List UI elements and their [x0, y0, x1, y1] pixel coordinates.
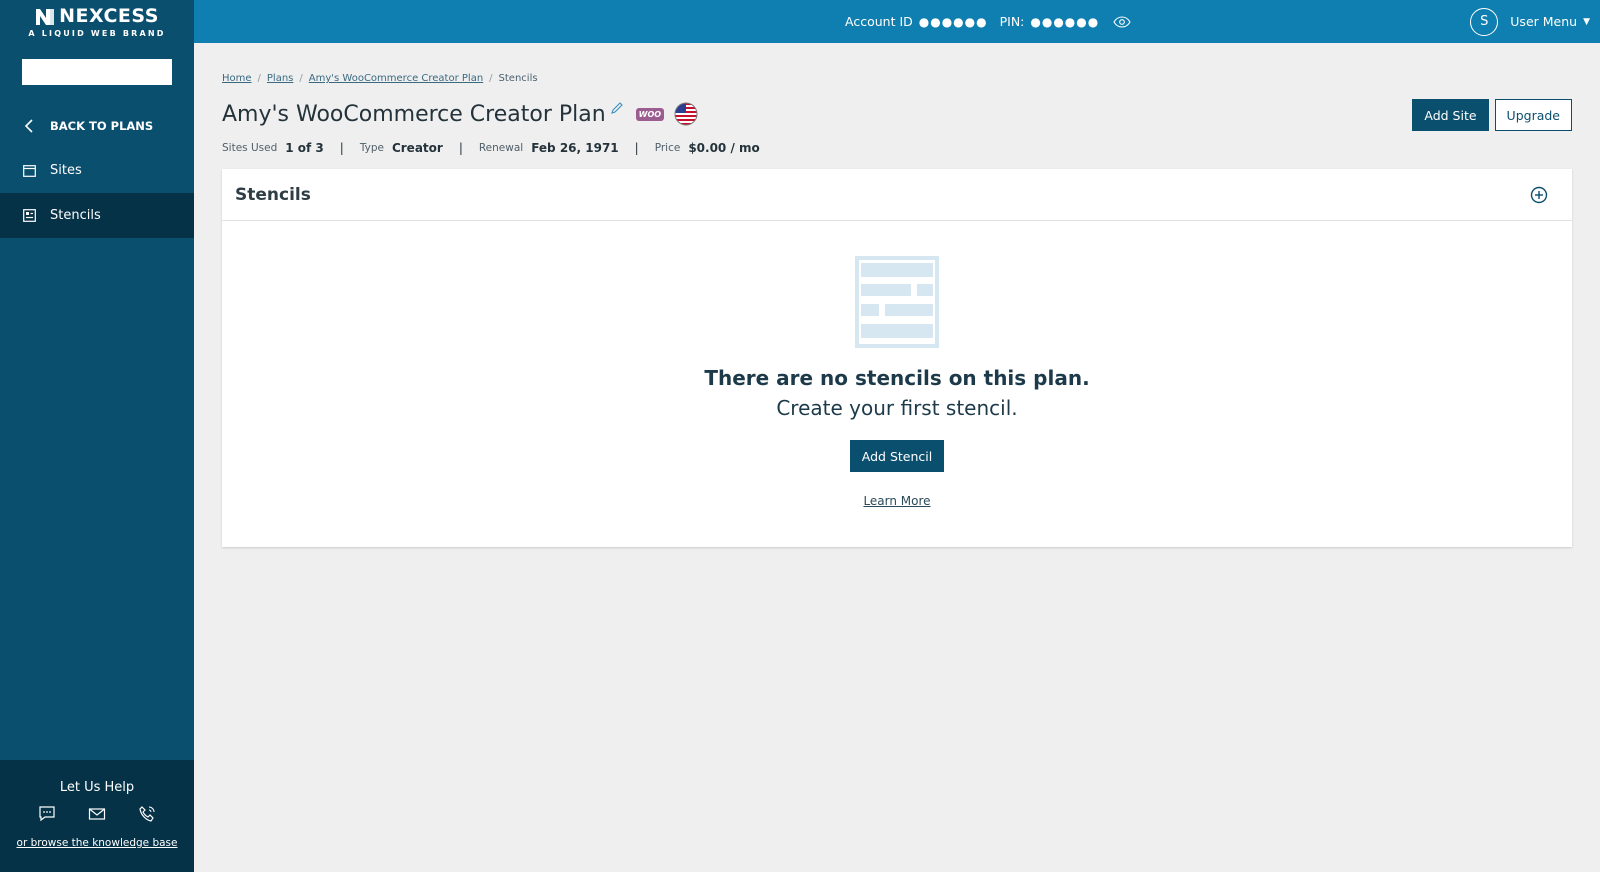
add-stencil-button[interactable]: Add Stencil	[849, 440, 945, 472]
sidebar-item-label: Stencils	[50, 208, 101, 223]
breadcrumb-plans[interactable]: Plans	[267, 73, 293, 84]
user-menu-label[interactable]: User Menu	[1510, 14, 1577, 29]
stencils-card: Stencils There are no stencils on this p…	[222, 169, 1572, 547]
stencil-icon	[22, 209, 36, 223]
upgrade-button[interactable]: Upgrade	[1494, 99, 1572, 131]
breadcrumb-separator: /	[299, 73, 303, 84]
sidebar-item-back-to-plans[interactable]: BACK TO PLANS	[0, 103, 194, 148]
brand-logo[interactable]: NEXCESS A LIQUID WEB BRAND	[0, 0, 194, 43]
stencil-illustration-icon	[855, 256, 939, 348]
breadcrumb-home[interactable]: Home	[222, 73, 252, 84]
card-header: Stencils	[222, 169, 1572, 221]
learn-more-link[interactable]: Learn More	[863, 494, 930, 508]
breadcrumb-separator: /	[489, 73, 493, 84]
sites-used-value: 1 of 3	[285, 141, 324, 155]
account-id-label: Account ID	[845, 14, 913, 29]
user-menu[interactable]: S User Menu ▼	[1470, 0, 1590, 43]
breadcrumb-plan[interactable]: Amy's WooCommerce Creator Plan	[309, 73, 483, 84]
add-site-button[interactable]: Add Site	[1412, 99, 1489, 131]
meta-separator: |	[458, 141, 463, 155]
knowledge-base-link[interactable]: or browse the knowledge base	[0, 837, 194, 849]
meta-separator: |	[339, 141, 344, 155]
chat-icon[interactable]	[38, 805, 56, 823]
account-info: Account ID ●●●●●● PIN: ●●●●●●	[845, 0, 1131, 43]
eye-icon[interactable]	[1113, 15, 1131, 28]
main-content: Home / Plans / Amy's WooCommerce Creator…	[222, 43, 1572, 547]
pencil-icon[interactable]	[610, 101, 624, 115]
add-circle-icon[interactable]	[1530, 186, 1548, 204]
sidebar-item-label: BACK TO PLANS	[50, 118, 154, 133]
sidebar-item-sites[interactable]: Sites	[0, 148, 194, 193]
breadcrumb: Home / Plans / Amy's WooCommerce Creator…	[222, 73, 1572, 84]
avatar[interactable]: S	[1470, 7, 1499, 36]
chevron-left-icon	[22, 118, 36, 133]
empty-heading: There are no stencils on this plan.	[704, 366, 1090, 390]
phone-icon[interactable]	[138, 805, 156, 823]
sidebar-item-label: Sites	[50, 163, 82, 178]
title-row: Amy's WooCommerce Creator Plan WOO Add S…	[222, 99, 1572, 131]
pin-label: PIN:	[999, 14, 1025, 29]
empty-state: There are no stencils on this plan. Crea…	[222, 221, 1572, 508]
help-icons	[0, 805, 194, 823]
browser-window-icon	[22, 164, 36, 178]
plan-meta: Sites Used 1 of 3 | Type Creator | Renew…	[222, 141, 1572, 155]
logo-wordmark: NEXCESS	[35, 7, 159, 26]
pin-value: ●●●●●●	[1030, 14, 1100, 29]
nexcess-logo-icon	[36, 8, 55, 25]
type-value: Creator	[391, 141, 443, 155]
help-panel: Let Us Help or browse the knowledge base	[0, 760, 194, 872]
page-title: Amy's WooCommerce Creator Plan	[222, 101, 606, 127]
us-flag-icon	[674, 102, 698, 126]
empty-subheading: Create your first stencil.	[776, 396, 1018, 420]
search-input[interactable]	[14, 60, 164, 84]
caret-down-icon: ▼	[1583, 16, 1590, 27]
sidebar-nav: BACK TO PLANS Sites Stencils	[0, 103, 194, 238]
mail-icon[interactable]	[88, 805, 106, 823]
sidebar-item-stencils[interactable]: Stencils	[0, 193, 194, 238]
breadcrumb-current: Stencils	[498, 73, 538, 84]
meta-separator: |	[634, 141, 639, 155]
top-bar: Account ID ●●●●●● PIN: ●●●●●● S User Men…	[194, 0, 1600, 43]
renewal-label: Renewal	[478, 142, 524, 154]
breadcrumb-separator: /	[257, 73, 261, 84]
help-title: Let Us Help	[59, 780, 135, 795]
card-title: Stencils	[235, 184, 311, 205]
account-id-value: ●●●●●●	[918, 14, 988, 29]
sidebar: NEXCESS A LIQUID WEB BRAND BACK TO PLANS…	[0, 0, 194, 872]
price-label: Price	[654, 142, 681, 154]
sites-used-label: Sites Used	[222, 142, 278, 154]
renewal-value: Feb 26, 1971	[531, 141, 619, 155]
brand-name: NEXCESS	[59, 5, 159, 27]
type-label: Type	[359, 142, 384, 154]
sidebar-search	[14, 59, 172, 85]
woocommerce-icon: WOO	[635, 107, 665, 121]
price-value: $0.00 / mo	[688, 141, 760, 155]
title-actions: Add Site Upgrade	[1412, 99, 1572, 131]
brand-tagline: A LIQUID WEB BRAND	[28, 29, 166, 38]
